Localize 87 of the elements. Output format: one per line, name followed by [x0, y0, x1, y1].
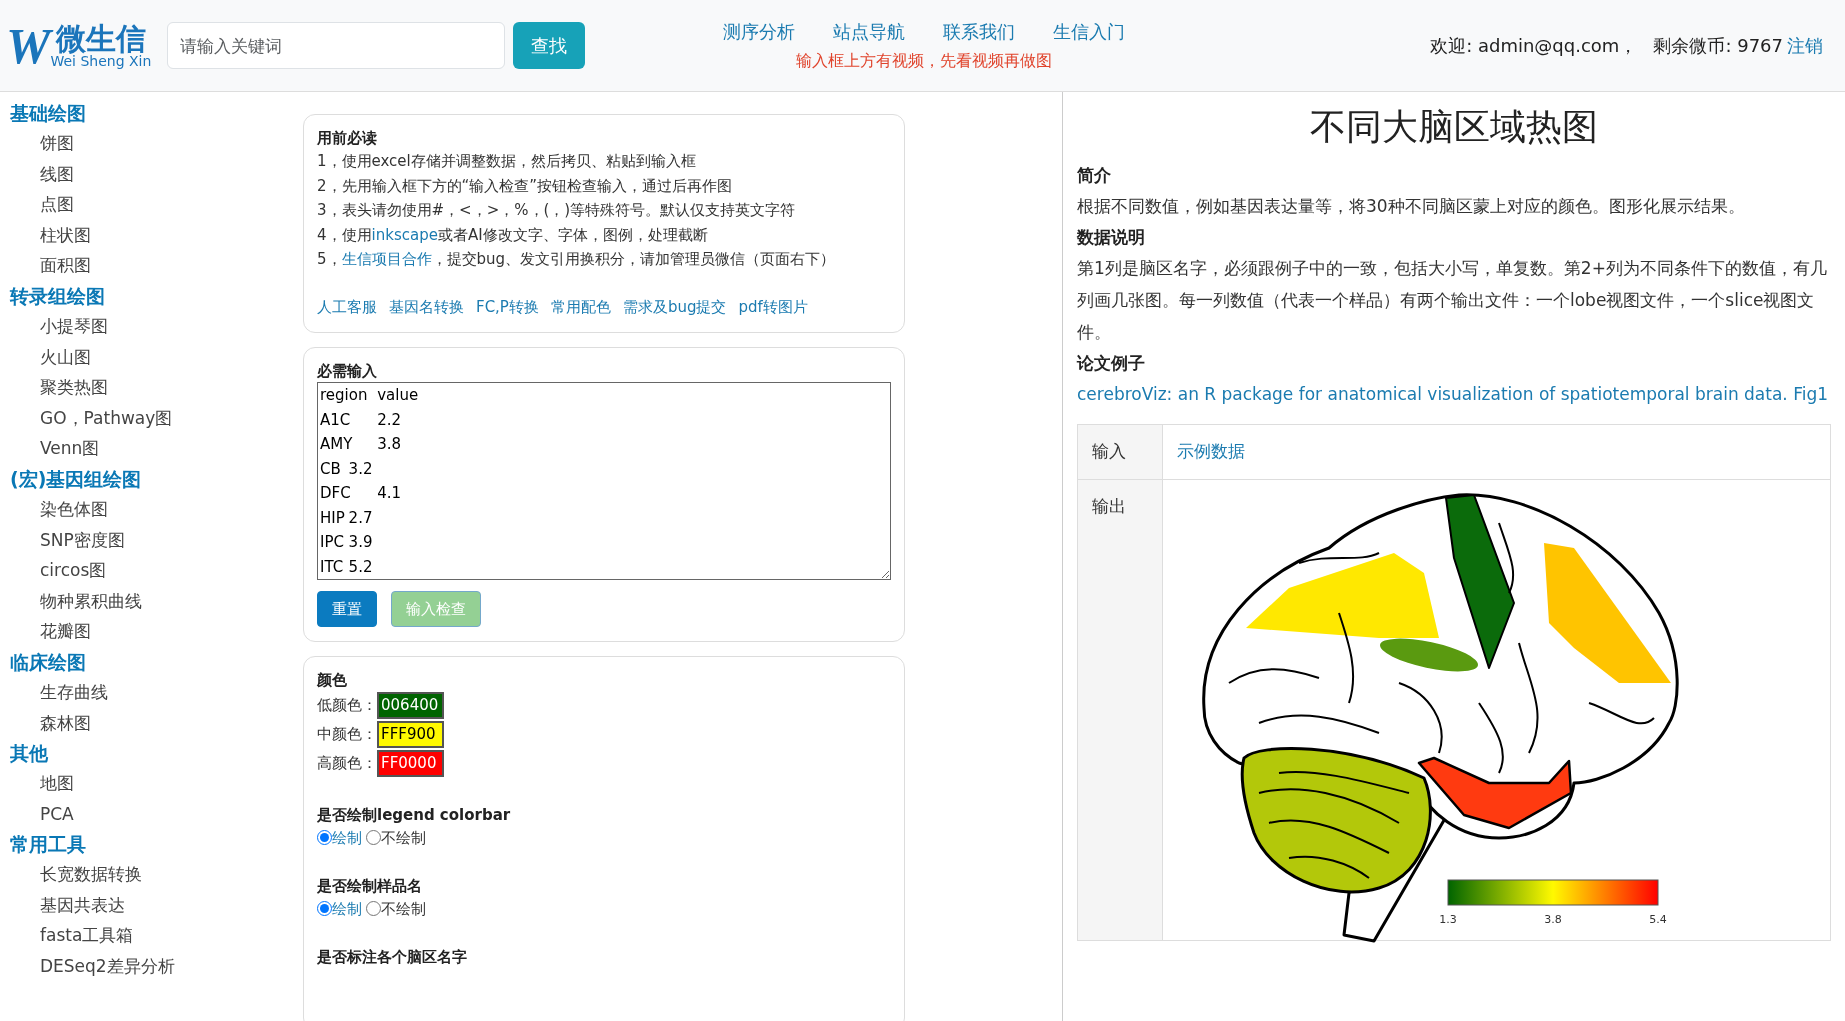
sidebar-item[interactable]: 面积图 [40, 255, 91, 276]
tool-link[interactable]: 常用配色 [550, 295, 611, 318]
row-label: 输入 [1092, 441, 1126, 461]
card-title: 用前必读 [317, 129, 378, 147]
colorbar-tick: 3.8 [1544, 912, 1562, 926]
sidebar-item[interactable]: fasta工具箱 [40, 925, 134, 946]
section-heading: 论文例子 [1077, 352, 1146, 375]
sidebar-item[interactable]: circos图 [40, 560, 107, 581]
section-text: 根据不同数值，例如基因表达量等，将30种不同脑区蒙上对应的颜色。图形化展示结果。 [1077, 195, 1746, 218]
sidebar-item[interactable]: SNP密度图 [40, 529, 125, 550]
sidebar-heading: (宏)基因组绘图 [9, 466, 143, 492]
radio-label[interactable]: 绘制 [332, 897, 362, 920]
guide-line: 1，使用excel存储并调整数据，然后拷贝、粘贴到输入框 [317, 151, 697, 172]
sidebar-item[interactable]: 柱状图 [40, 224, 91, 245]
nav-link[interactable]: 测序分析 [723, 18, 796, 45]
notice-text: 输入框上方有视频，先看视频再做图 [796, 50, 1053, 72]
guide-line: 5，生信项目合作，提交bug、发文引用换积分，请加管理员微信（页面右下） [317, 249, 837, 270]
search-field[interactable]: 请输入关键词 [167, 22, 506, 69]
radio-button[interactable] [317, 901, 332, 917]
color-label: 高颜色： [317, 753, 377, 774]
radio-label[interactable]: 绘制 [332, 826, 362, 849]
sidebar-item[interactable]: 花瓣图 [40, 621, 91, 642]
card-title: 必需输入 [317, 362, 378, 380]
sidebar-item[interactable]: Venn图 [40, 438, 100, 459]
guide-link[interactable]: inkscape [371, 225, 438, 244]
color-field[interactable]: FF0000 [377, 750, 444, 777]
card-title: 颜色 [317, 671, 348, 689]
radio-label[interactable]: 不绘制 [381, 826, 426, 849]
color-field[interactable]: FFF900 [377, 721, 444, 748]
example-data-link[interactable]: 示例数据 [1177, 441, 1245, 461]
sidebar-item[interactable]: 聚类热图 [40, 377, 108, 398]
sidebar-item[interactable]: PCA [40, 803, 74, 824]
sidebar-item[interactable]: 线图 [40, 163, 74, 184]
sidebar-item[interactable]: 生存曲线 [40, 681, 108, 702]
sidebar-item[interactable]: 森林图 [40, 712, 91, 733]
color-label: 低颜色： [317, 695, 377, 716]
sidebar-heading: 基础绘图 [9, 101, 87, 126]
sidebar-item[interactable]: 基因共表达 [40, 894, 125, 915]
tool-link[interactable]: FC,P转换 [476, 295, 539, 318]
color-field[interactable]: 006400 [377, 692, 444, 719]
welcome-text: 欢迎: admin@qq.com， [1430, 34, 1638, 58]
tool-link[interactable]: 需求及bug提交 [622, 295, 727, 318]
data-input-field[interactable]: region value A1C 2.2 AMY 3.8 CB 3.2 DFC 4.1 HIP 2.7 IPC 3.9 ITC 5.2 [317, 382, 891, 580]
sidebar-item[interactable]: 饼图 [40, 133, 74, 153]
row-label: 输出 [1092, 495, 1126, 516]
radio-label[interactable]: 不绘制 [381, 897, 426, 920]
logout-link[interactable]: 注销 [1787, 32, 1823, 59]
colorbar-tick: 1.3 [1439, 912, 1457, 926]
option-title: 是否绘制legend colorbar [317, 805, 512, 826]
nav-link[interactable]: 生信入门 [1053, 18, 1126, 45]
sidebar-heading: 常用工具 [9, 832, 87, 858]
colorbar-tick: 5.4 [1649, 912, 1667, 926]
section-heading: 数据说明 [1077, 226, 1146, 249]
page-title: 不同大脑区域热图 [1309, 105, 1599, 149]
sidebar-item[interactable]: GO，Pathway图 [40, 407, 173, 428]
tool-link[interactable]: 人工客服 [317, 295, 377, 318]
sidebar-item[interactable]: 物种累积曲线 [40, 590, 142, 611]
option-title: 是否绘制样品名 [317, 876, 423, 897]
guide-line: 3，表头请勿使用#，<，>，%，(，)等特殊符号。默认仅支持英文字符 [317, 200, 797, 221]
logo-text: 微生信 [55, 22, 146, 55]
tool-link[interactable]: 基因名转换 [389, 295, 464, 318]
section-heading: 简介 [1077, 164, 1112, 187]
section-text: 第1列是脑区名字，必须跟例子中的一致，包括大小写，单复数。第2+列为不同条件下的数值，有几列画几张图。每一列数值（代表一个样品）有两个输出文件：一个lobe视图文件，一个slice视图文件。 [1077, 257, 1828, 344]
nav-link[interactable]: 站点导航 [833, 18, 906, 45]
reset-button[interactable]: 重置 [317, 590, 377, 627]
option-title: 是否标注各个脑区名字 [317, 947, 468, 968]
sidebar-heading: 临床绘图 [9, 649, 87, 675]
nav-link[interactable]: 联系我们 [943, 18, 1016, 45]
sidebar-item[interactable]: 染色体图 [40, 498, 108, 519]
coin-balance: 剩余微币: 9767 [1653, 34, 1783, 58]
sidebar-item[interactable]: 点图 [40, 194, 74, 215]
sidebar-heading: 转录组绘图 [8, 283, 106, 309]
sidebar-item[interactable]: 小提琴图 [40, 315, 108, 336]
radio-button[interactable] [366, 901, 381, 917]
guide-line: 4，使用inkscape或者AI修改文字、字体，图例，处理截断 [317, 224, 709, 246]
sidebar-item[interactable]: 长宽数据转换 [40, 864, 142, 885]
radio-button[interactable] [317, 830, 332, 846]
sidebar-item[interactable]: DESeq2差异分析 [40, 956, 175, 977]
radio-button[interactable] [366, 830, 381, 846]
guide-line: 2，先用输入框下方的“输入检查”按钮检查输入，通过后再作图 [317, 175, 734, 197]
sidebar-item[interactable]: 火山图 [40, 346, 91, 367]
paper-link[interactable]: cerebroViz: an R package for anatomical visualization of spatiotemporal brain data. Fig1 [1077, 384, 1829, 404]
tool-link[interactable]: pdf转图片 [738, 295, 808, 318]
sidebar-heading: 其他 [9, 741, 49, 767]
sidebar-item[interactable]: 地图 [40, 773, 74, 794]
color-label: 中颜色： [317, 724, 377, 745]
guide-link[interactable]: 生信项目合作 [341, 250, 432, 268]
